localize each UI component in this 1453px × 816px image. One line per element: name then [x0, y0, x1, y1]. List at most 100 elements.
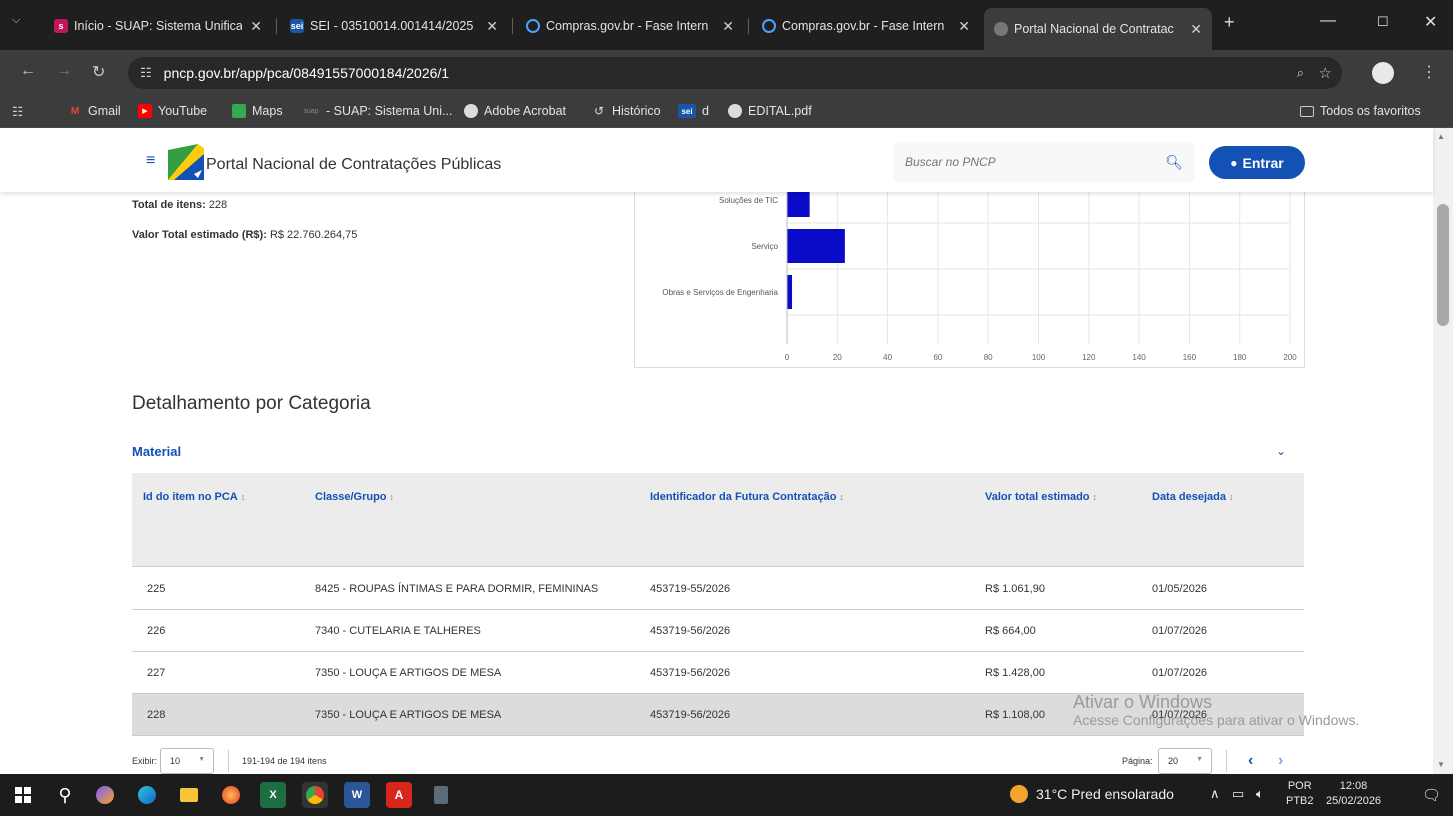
- tab-sei[interactable]: sei SEI - 03510014.001414/2025 ✕: [280, 10, 508, 42]
- firefox-icon[interactable]: [218, 782, 244, 808]
- forward-arrow-icon[interactable]: →: [56, 62, 72, 80]
- x-tick-label: 60: [933, 353, 942, 362]
- chart-bar[interactable]: [787, 229, 845, 263]
- category-bar-chart: 0 20 40 60 80 100 120 140 160 180 200 Soluções de T…: [634, 168, 1305, 368]
- bookmark-suap[interactable]: suap - SUAP: Sistema Uni...: [302, 104, 452, 118]
- bookmark-sei[interactable]: sei d: [678, 104, 709, 118]
- close-icon[interactable]: ✕: [1190, 21, 1202, 38]
- apps-grid-icon[interactable]: ☷: [12, 104, 23, 119]
- volume-icon[interactable]: 🔈︎: [1256, 786, 1264, 802]
- chevron-down-icon[interactable]: ⌄: [1276, 444, 1286, 458]
- sort-icon: ↕: [389, 492, 395, 502]
- notifications-icon[interactable]: 🗨︎: [1422, 786, 1441, 804]
- col-header-classe[interactable]: Classe/Grupo ↕: [315, 491, 394, 503]
- hamburger-menu-icon[interactable]: ≡: [146, 152, 155, 170]
- bookmark-historico[interactable]: ↺ Histórico: [592, 104, 661, 118]
- bookmark-star-icon[interactable]: ☆: [1319, 64, 1332, 82]
- tab-compras-1[interactable]: Compras.gov.br - Fase Intern ✕: [516, 10, 744, 42]
- category-accordion-material[interactable]: Material: [132, 444, 181, 459]
- cell-data: 01/07/2026: [1152, 667, 1208, 679]
- y-category-label: Obras e Serviços de Engenharia: [662, 288, 778, 297]
- cell-id: 228: [147, 709, 166, 721]
- page-number-value: 20: [1168, 756, 1179, 766]
- url-bar[interactable]: ☷ pncp.gov.br/app/pca/08491557000184/202…: [128, 57, 1342, 89]
- search-input[interactable]: [893, 142, 1133, 182]
- reload-icon[interactable]: ↻: [92, 62, 105, 82]
- minimize-icon[interactable]: —: [1320, 12, 1336, 30]
- table-row[interactable]: 225 8425 - ROUPAS ÍNTIMAS E PARA DORMIR,…: [132, 568, 1304, 610]
- site-title[interactable]: Portal Nacional de Contratações Públicas: [206, 156, 501, 174]
- word-icon[interactable]: W: [344, 782, 370, 808]
- copilot-icon[interactable]: [92, 782, 118, 808]
- bookmark-adobe[interactable]: Adobe Acrobat: [464, 104, 566, 118]
- edge-icon[interactable]: [134, 782, 160, 808]
- windows-start-icon[interactable]: [10, 782, 36, 808]
- prev-page-icon[interactable]: ‹: [1248, 752, 1253, 770]
- chart-svg: 0 20 40 60 80 100 120 140 160 180 200 Soluções de T…: [662, 168, 1297, 362]
- caret-down-icon: ▼: [198, 756, 205, 763]
- bookmark-youtube[interactable]: ▶ YouTube: [138, 104, 207, 118]
- caret-down-icon: ▼: [1196, 756, 1203, 763]
- chrome-icon[interactable]: [302, 782, 328, 808]
- col-header-data[interactable]: Data desejada ↕: [1152, 491, 1233, 503]
- tray-overflow-icon[interactable]: ∧: [1210, 786, 1220, 802]
- chart-bar[interactable]: [787, 275, 793, 309]
- close-icon[interactable]: ✕: [722, 18, 734, 35]
- table-row[interactable]: 226 7340 - CUTELARIA E TALHERES 453719-5…: [132, 610, 1304, 652]
- file-explorer-icon[interactable]: [176, 782, 202, 808]
- system-clock[interactable]: 12:08 25/02/2026: [1326, 779, 1381, 809]
- tab-pncp-active[interactable]: Portal Nacional de Contratac ✕: [984, 8, 1212, 50]
- table-row-hovered[interactable]: 228 7350 - LOUÇA E ARTIGOS DE MESA 45371…: [132, 694, 1304, 736]
- tab-suap[interactable]: s Início - SUAP: Sistema Unifica ✕: [44, 10, 272, 42]
- y-category-label: Soluções de TIC: [719, 196, 778, 205]
- col-header-identificador[interactable]: Identificador da Futura Contratação ↕: [650, 491, 844, 503]
- search-icon[interactable]: ⚲: [52, 782, 78, 808]
- maximize-icon[interactable]: ☐: [1377, 14, 1389, 30]
- sort-icon: ↕: [839, 492, 844, 502]
- close-icon[interactable]: ✕: [486, 18, 498, 35]
- all-bookmarks[interactable]: Todos os favoritos: [1300, 104, 1421, 118]
- scroll-down-icon[interactable]: ▼: [1437, 760, 1445, 769]
- search-icon[interactable]: 🔍︎: [1165, 154, 1183, 171]
- network-icon[interactable]: ▭: [1232, 786, 1244, 802]
- cell-id: 225: [147, 583, 166, 595]
- tab-title: SEI - 03510014.001414/2025: [310, 19, 474, 33]
- next-page-icon[interactable]: ›: [1278, 752, 1283, 770]
- x-tick-label: 120: [1082, 353, 1096, 362]
- col-header-valor[interactable]: Valor total estimado ↕: [985, 491, 1097, 503]
- back-arrow-icon[interactable]: ←: [20, 62, 36, 80]
- table-row[interactable]: 227 7350 - LOUÇA E ARTIGOS DE MESA 45371…: [132, 652, 1304, 694]
- col-header-id[interactable]: Id do item no PCA ↕: [143, 491, 245, 503]
- profile-avatar-icon[interactable]: [1372, 62, 1394, 84]
- bookmark-maps[interactable]: Maps: [232, 104, 283, 118]
- site-settings-icon[interactable]: ☷: [140, 65, 152, 81]
- site-header: ≡ Portal Nacional de Contratações Públic…: [0, 128, 1433, 192]
- cell-identificador: 453719-56/2026: [650, 667, 731, 679]
- zoom-icon[interactable]: ⌕: [1297, 65, 1304, 81]
- page-number-select[interactable]: 20 ▼: [1158, 748, 1212, 774]
- acrobat-icon[interactable]: A: [386, 782, 412, 808]
- input-language[interactable]: POR PTB2: [1286, 779, 1314, 809]
- menu-kebab-icon[interactable]: ⋮: [1421, 62, 1437, 82]
- tab-search-icon[interactable]: ⌵: [12, 14, 20, 27]
- scroll-up-icon[interactable]: ▲: [1437, 132, 1445, 141]
- scrollbar-thumb[interactable]: [1437, 204, 1449, 326]
- gmail-icon: M: [70, 105, 80, 117]
- close-icon[interactable]: ✕: [250, 18, 262, 35]
- excel-icon[interactable]: X: [260, 782, 286, 808]
- bookmark-label: Adobe Acrobat: [484, 104, 567, 118]
- tab-compras-2[interactable]: Compras.gov.br - Fase Intern ✕: [752, 10, 980, 42]
- compras-favicon-icon: [526, 19, 540, 33]
- window-close-icon[interactable]: ✕: [1424, 12, 1437, 32]
- weather-widget[interactable]: 31°C Pred ensolarado: [1010, 785, 1174, 803]
- bookmark-edital[interactable]: EDITAL.pdf: [728, 104, 812, 118]
- bookmark-gmail[interactable]: M Gmail: [68, 104, 121, 118]
- calculator-icon[interactable]: [428, 782, 454, 808]
- bookmarks-bar: ☷ M Gmail ▶ YouTube Maps suap - SUAP: Siste…: [0, 95, 1453, 128]
- pagination-bar: Exibir: 10 ▼ 191-194 de 194 itens Página…: [132, 748, 1304, 774]
- login-button[interactable]: ● Entrar: [1209, 146, 1305, 179]
- page-size-select[interactable]: 10 ▼: [160, 748, 214, 774]
- compras-favicon-icon: [762, 19, 776, 33]
- new-tab-icon[interactable]: +: [1224, 12, 1235, 33]
- close-icon[interactable]: ✕: [958, 18, 970, 35]
